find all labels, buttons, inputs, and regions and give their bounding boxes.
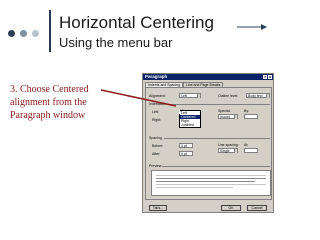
outline-level-label: Outline level: bbox=[218, 94, 239, 98]
preview-divider bbox=[162, 166, 270, 167]
special-label: Special: bbox=[218, 109, 231, 113]
outline-level-value: Body text bbox=[248, 94, 263, 98]
spacing-divider bbox=[164, 138, 270, 139]
alignment-option-justified[interactable]: Justified bbox=[180, 123, 200, 127]
spacing-heading: Spacing bbox=[149, 136, 162, 140]
line-spacing-label: Line spacing: bbox=[218, 143, 239, 147]
preview-line bbox=[156, 184, 266, 185]
preview-line bbox=[156, 181, 255, 182]
slide-dots bbox=[8, 30, 40, 38]
tabs-button[interactable]: Tabs... bbox=[149, 205, 167, 211]
slide-title: Horizontal Centering bbox=[59, 13, 214, 32]
ok-button[interactable]: OK bbox=[221, 205, 241, 211]
dropdown-arrow-icon[interactable] bbox=[234, 149, 237, 153]
alignment-label: Alignment: bbox=[149, 94, 166, 98]
close-button[interactable]: X bbox=[268, 75, 272, 79]
help-button[interactable]: ? bbox=[263, 75, 267, 79]
at-field[interactable] bbox=[244, 148, 258, 153]
indentation-heading: Indentation bbox=[149, 102, 167, 106]
after-label: After: bbox=[152, 152, 161, 156]
cancel-button[interactable]: Cancel bbox=[247, 205, 267, 211]
at-label: At: bbox=[244, 143, 249, 147]
left-indent-label: Left: bbox=[152, 110, 159, 114]
line-spacing-select[interactable]: Single bbox=[218, 148, 238, 153]
by-label: By: bbox=[244, 109, 250, 113]
dot-dark bbox=[8, 30, 15, 37]
dot-light bbox=[32, 30, 39, 37]
preview-line bbox=[156, 187, 233, 188]
preview-box bbox=[151, 170, 271, 196]
alignment-value: Left bbox=[181, 94, 187, 98]
dropdown-arrow-icon[interactable] bbox=[197, 94, 200, 98]
before-label: Before: bbox=[152, 144, 164, 148]
dialog-titlebar: Paragraph ? X bbox=[143, 74, 273, 80]
dropdown-arrow-icon[interactable] bbox=[266, 94, 269, 98]
indentation-divider bbox=[168, 104, 270, 105]
alignment-select[interactable]: Left bbox=[179, 93, 201, 98]
dot-medium bbox=[20, 30, 27, 37]
title-arrow-icon bbox=[237, 24, 267, 30]
before-field[interactable]: 0 pt bbox=[179, 143, 193, 148]
preview-heading: Preview bbox=[149, 164, 162, 168]
dropdown-arrow-icon[interactable] bbox=[234, 115, 237, 119]
preview-line bbox=[156, 175, 266, 176]
paragraph-dialog: Paragraph ? X Indents and Spacing Line a… bbox=[142, 73, 274, 213]
left-indent-field[interactable]: 0" bbox=[179, 109, 183, 114]
callout-text: 3. Choose Centered alignment from the Pa… bbox=[10, 84, 89, 121]
dialog-title: Paragraph bbox=[145, 74, 168, 79]
special-select[interactable]: (none) bbox=[218, 114, 238, 119]
line-spacing-value: Single bbox=[220, 149, 230, 153]
preview-line bbox=[156, 178, 266, 179]
slide-subtitle: Using the menu bar bbox=[59, 35, 173, 50]
tab-panel: Alignment: Left Outline level: Body text… bbox=[145, 87, 272, 200]
title-divider bbox=[49, 10, 51, 52]
outline-level-select[interactable]: Body text bbox=[246, 93, 270, 98]
right-indent-label: Right: bbox=[152, 118, 162, 122]
by-field[interactable] bbox=[244, 114, 258, 119]
after-field[interactable]: 0 pt bbox=[179, 151, 193, 156]
special-value: (none) bbox=[220, 115, 231, 119]
